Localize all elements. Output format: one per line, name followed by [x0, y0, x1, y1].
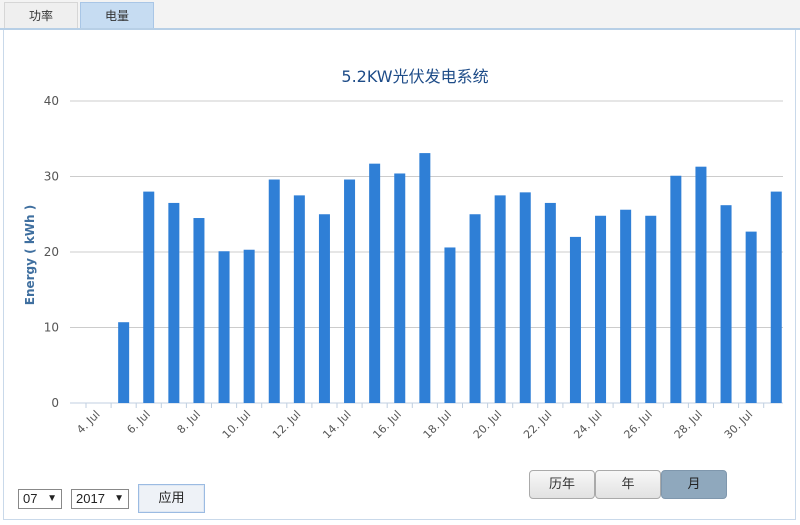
month-select[interactable]: 07 ▼	[18, 489, 62, 509]
x-tick-label: 22. Jul	[521, 408, 554, 441]
x-tick-label: 14. Jul	[320, 408, 353, 441]
bar	[394, 173, 406, 403]
bar	[519, 192, 531, 403]
y-tick-label: 40	[44, 94, 59, 108]
bar	[293, 195, 305, 403]
bar	[469, 214, 481, 403]
x-tick-label: 24. Jul	[571, 408, 604, 441]
apply-button[interactable]: 应用	[138, 484, 205, 513]
bar	[344, 179, 356, 403]
x-tick-label: 18. Jul	[421, 408, 454, 441]
x-tick-label: 16. Jul	[370, 408, 403, 441]
bar	[444, 247, 456, 403]
bar	[218, 251, 230, 403]
chevron-down-icon: ▼	[47, 493, 57, 504]
y-tick-label: 10	[44, 321, 59, 335]
period-button-month[interactable]: 月	[661, 470, 727, 499]
x-tick-label: 12. Jul	[270, 408, 303, 441]
x-tick-label: 20. Jul	[471, 408, 504, 441]
x-tick-label: 28. Jul	[672, 408, 705, 441]
chart-title: 5.2KW光伏发电系统	[341, 67, 488, 86]
x-tick-label: 8. Jul	[175, 408, 203, 436]
bar	[695, 166, 707, 403]
bar	[595, 215, 607, 403]
bar	[720, 205, 732, 403]
y-tick-labels: 0 10 20 30 40	[44, 94, 59, 410]
bar	[143, 191, 155, 403]
bar	[645, 215, 657, 403]
bar	[770, 191, 782, 403]
x-tick-label: 4. Jul	[74, 408, 102, 436]
period-button-year[interactable]: 年	[595, 470, 661, 499]
y-tick-label: 20	[44, 245, 59, 259]
y-tick-label: 0	[51, 396, 59, 410]
bar	[318, 214, 330, 403]
bar	[268, 179, 280, 403]
bar	[243, 249, 255, 403]
bar	[620, 209, 632, 403]
bar	[419, 153, 431, 403]
year-select[interactable]: 2017 ▼	[71, 489, 129, 509]
y-tick-label: 30	[44, 170, 59, 184]
energy-chart: 5.2KW光伏发电系统 Energy ( kWh ) 0 10 20 30 40 4. …	[23, 67, 783, 441]
x-tick-label: 10. Jul	[220, 408, 253, 441]
bar	[193, 218, 205, 403]
bar-series	[118, 153, 782, 403]
x-tick-label: 6. Jul	[124, 408, 152, 436]
bar	[544, 202, 556, 403]
y-axis-label: Energy ( kWh )	[23, 205, 37, 305]
x-tick-label: 30. Jul	[722, 408, 755, 441]
bar	[745, 231, 757, 403]
bar	[168, 202, 180, 403]
bar	[494, 195, 506, 403]
bar	[670, 175, 682, 403]
x-tick-labels: 4. Jul 6. Jul 8. Jul 10. Jul 12. Jul 14. Jul 1…	[74, 403, 765, 441]
bar	[569, 236, 581, 403]
month-select-value: 07	[23, 491, 38, 506]
bar	[369, 163, 381, 403]
x-tick-label: 26. Jul	[621, 408, 654, 441]
year-select-value: 2017	[76, 491, 105, 506]
period-button-all-years[interactable]: 历年	[529, 470, 595, 499]
bar	[118, 322, 130, 403]
chevron-down-icon: ▼	[114, 493, 124, 504]
